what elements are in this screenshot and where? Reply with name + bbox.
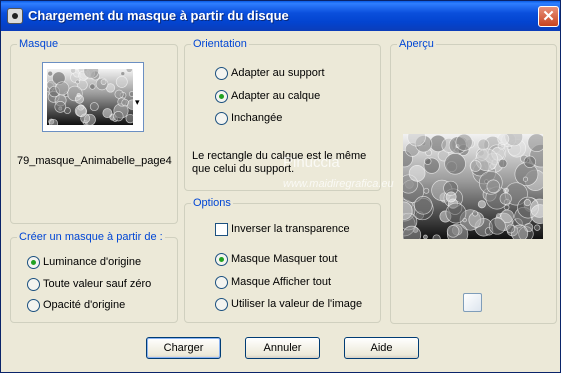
texture-bubble: [414, 196, 433, 215]
texture-bubble: [498, 158, 508, 169]
close-icon: ✕: [542, 8, 555, 25]
invert-transparency-label[interactable]: Inverser la transparence: [231, 222, 350, 236]
texture-bubble: [114, 89, 124, 99]
texture-bubble: [444, 153, 466, 175]
texture-bubble: [469, 160, 482, 172]
orientation-label-fit-support[interactable]: Adapter au support: [231, 66, 325, 80]
texture-bubble: [462, 217, 467, 223]
texture-bubble: [523, 155, 536, 168]
create-mask-group-label: Créer un masque à partir de :: [17, 230, 165, 244]
texture-bubble: [102, 108, 113, 119]
texture-bubble: [432, 234, 441, 239]
texture-bubble: [423, 187, 430, 194]
texture-bubble: [70, 69, 77, 74]
orientation-radio-fit-support[interactable]: [215, 67, 228, 80]
create-label-opacity[interactable]: Opacité d'origine: [43, 298, 125, 312]
orientation-label-fit-layer[interactable]: Adapter au calque: [231, 89, 320, 103]
texture-bubble: [89, 83, 96, 90]
orientation-group-label: Orientation: [191, 37, 249, 51]
create-radio-opacity[interactable]: [27, 299, 40, 312]
mask-load-dialog: Chargement du masque à partir du disque …: [0, 0, 561, 373]
texture-bubble: [113, 111, 124, 122]
title-bar[interactable]: Chargement du masque à partir du disque …: [1, 1, 560, 31]
mask-file-name: 79_masque_Animabelle_page4: [17, 155, 172, 167]
options-radio-image-value[interactable]: [215, 298, 228, 311]
mask-thumbnail: [47, 69, 133, 125]
options-label-hide-all[interactable]: Masque Masquer tout: [231, 252, 337, 266]
texture-bubble: [48, 118, 59, 125]
texture-bubble: [497, 134, 510, 145]
texture-bubble: [488, 217, 506, 235]
create-radio-nonzero[interactable]: [27, 278, 40, 291]
texture-bubble: [89, 102, 99, 112]
watermark-name: Pinuccia: [283, 154, 340, 171]
create-radio-luminance[interactable]: [27, 256, 40, 269]
texture-bubble: [76, 92, 81, 98]
mask-thumbnail-picker[interactable]: ▾: [42, 62, 144, 132]
texture-bubble: [125, 113, 133, 124]
create-label-luminance[interactable]: Luminance d'origine: [43, 255, 141, 269]
texture-bubble: [47, 70, 54, 77]
texture-bubble: [527, 134, 543, 152]
preview-group-label: Aperçu: [397, 37, 436, 51]
invert-transparency-checkbox[interactable]: [215, 223, 228, 236]
preview-image: [403, 134, 543, 239]
dropdown-arrow-icon[interactable]: ▾: [135, 95, 140, 109]
orientation-label-unchanged[interactable]: Inchangée: [231, 111, 282, 125]
texture-bubble: [125, 69, 133, 73]
create-label-nonzero[interactable]: Toute valeur sauf zéro: [43, 277, 151, 291]
options-group-label: Options: [191, 196, 233, 210]
app-icon: [7, 8, 23, 24]
texture-bubble: [445, 191, 457, 203]
options-label-show-all[interactable]: Masque Afficher tout: [231, 275, 331, 289]
mask-group-label: Masque: [17, 37, 61, 51]
texture-bubble: [503, 187, 509, 194]
texture-bubble: [55, 81, 70, 96]
cancel-button[interactable]: Annuler: [245, 337, 320, 359]
texture-bubble: [499, 192, 512, 205]
texture-bubble: [455, 134, 473, 151]
window-title: Chargement du masque à partir du disque: [28, 8, 289, 23]
texture-bubble: [120, 71, 126, 76]
texture-bubble: [477, 200, 486, 209]
texture-bubble: [75, 79, 80, 85]
texture-bubble: [496, 213, 501, 218]
options-label-image-value[interactable]: Utiliser la valeur de l'image: [231, 297, 362, 311]
texture-bubble: [477, 138, 490, 151]
texture-bubble: [506, 224, 516, 234]
texture-bubble: [100, 79, 107, 85]
texture-bubble: [534, 224, 541, 231]
texture-bubble: [523, 199, 531, 207]
orientation-note-line1: Le rectangle du calque est le même: [192, 150, 367, 162]
texture-bubble: [423, 234, 428, 239]
options-radio-show-all[interactable]: [215, 276, 228, 289]
texture-bubble: [115, 75, 128, 88]
texture-bubble: [128, 91, 133, 97]
orientation-radio-fit-layer[interactable]: [215, 90, 228, 103]
watermark-site: www.maidiregrafica.eu: [283, 178, 394, 190]
texture-bubble: [446, 225, 460, 238]
texture-bubble: [472, 210, 479, 217]
background-color-swatch[interactable]: [463, 293, 482, 312]
texture-bubble: [80, 113, 91, 124]
texture-bubble: [408, 165, 426, 182]
help-button[interactable]: Aide: [344, 337, 419, 359]
texture-bubble: [54, 101, 67, 113]
options-radio-hide-all[interactable]: [215, 253, 228, 266]
orientation-note-line2: que celui du support.: [192, 163, 295, 175]
load-button[interactable]: Charger: [146, 337, 221, 359]
orientation-radio-unchanged[interactable]: [215, 112, 228, 125]
texture-bubble: [121, 98, 129, 107]
texture-bubble: [522, 176, 529, 182]
texture-bubble: [486, 179, 501, 194]
close-button[interactable]: ✕: [538, 6, 559, 27]
texture-bubble: [424, 157, 432, 165]
